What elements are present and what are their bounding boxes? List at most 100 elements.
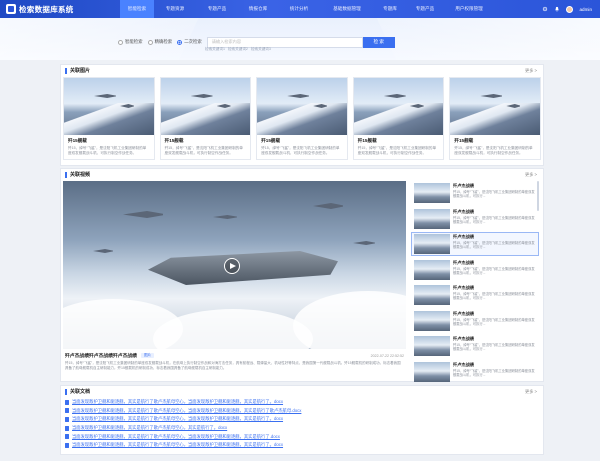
card-desc: 歼15，绰号“飞鲨”，是沈阳飞机工业集团研制的单座双发舰载战斗机，可执行制空作战… [68,146,147,155]
username[interactable]: admin [579,7,592,12]
document-icon [65,416,69,422]
nav-item-topic-resources[interactable]: 专题资源 [154,0,196,18]
playlist-item-desc: 歼15，绰号“飞鲨”，是沈阳飞机工业集团研制的单座双发舰载战斗机，可执行... [453,368,535,377]
playlist-item[interactable]: 歼卢杰战绩歼15，绰号“飞鲨”，是沈阳飞机工业集团研制的单座双发舰载战斗机，可执… [411,334,539,358]
nav-item-topic-db[interactable]: 专题库 [374,0,406,18]
card-desc: 歼15，绰号“飞鲨”，是沈阳飞机工业集团研制的单座双发舰载战斗机，可执行制空作战… [454,146,533,155]
history-item[interactable]: 检索关键词1 [205,47,225,52]
playlist-item-desc: 歼15，绰号“飞鲨”，是沈阳飞机工业集团研制的单座双发舰载战斗机，可执行... [453,190,535,198]
playlist-item[interactable]: 歼卢杰战绩歼15，绰号“飞鲨”，是沈阳飞机工业集团研制的单座双发舰载战斗机，可执… [411,181,539,205]
card-title: 歼15舰载 [68,138,87,143]
document-icon [65,442,69,448]
nav-item-topic-products[interactable]: 专题产品 [196,0,238,18]
search-history: 检索关键词1 检索关键词2 检索关键词3 [205,47,271,52]
video-thumbnail [414,310,450,331]
more-link[interactable]: 更多 > [525,172,537,178]
video-thumbnail [414,259,450,280]
card-title: 歼15舰载 [357,138,377,143]
doc-item[interactable]: 当面发现敌护卫舰和驱逐舰，其实是航行了歌卢杰航母空心，当面发现敌护卫舰和驱逐舰，… [65,398,537,407]
image-card[interactable]: 歼15舰载歼15，绰号“飞鲨”，是沈阳飞机工业集团研制的单座双发舰载战斗机，可执… [352,77,445,161]
play-icon[interactable] [224,258,240,274]
app-logo[interactable]: 检索数据库系统 [0,4,120,15]
card-desc: 歼15，绰号“飞鲨”，是沈阳飞机工业集团研制的单座双发舰载战斗机，可执行制空作战… [357,146,437,155]
document-icon [65,425,69,431]
video-tag: 图片 [140,353,155,358]
doc-item[interactable]: 当面发现敌护卫舰和驱逐舰，其实是航行了歌卢杰航母空心，当面发现敌护卫舰和驱逐舰，… [65,415,537,424]
video-description: 歼15，绰号“飞鲨”，是沈阳飞机工业集团研制的单座双发舰载战斗机，在航母上执行制… [65,361,401,370]
playlist-item-desc: 歼15，绰号“飞鲨”，是沈阳飞机工业集团研制的单座双发舰载战斗机，可执行... [453,343,535,351]
image-card[interactable]: 歼15舰载 歼15，绰号“飞鲨”，是沈阳飞机工业集团研制的单座双发舰载战斗机，可执… [159,77,252,161]
history-item[interactable]: 检索关键词2 [228,47,248,52]
video-thumbnail [414,234,450,254]
search-button[interactable]: 检 索 [362,36,395,48]
video-title: 歼卢杰战绩歼卢杰战绩歼卢杰战绩 [65,354,137,359]
search-input[interactable]: 请输入检索内容 [206,36,363,48]
nav-item-permissions[interactable]: 用户权限管理 [444,0,494,18]
app-title: 检索数据库系统 [19,4,74,14]
video-player[interactable] [63,181,406,349]
doc-item[interactable]: 当面发现敌护卫舰和驱逐舰，其实是航行了歌卢杰航母空心，当面发现敌护卫舰和驱逐舰，… [65,441,537,450]
notification-icon[interactable] [554,6,560,12]
playlist-item-desc: 歼15，绰号“飞鲨”，是沈阳飞机工业集团研制的单座双发舰载战斗机，可执行... [453,241,535,249]
more-link[interactable]: 更多 > [525,68,537,74]
card-desc: 歼15，绰号“飞鲨”，是沈阳飞机工业集团研制的单座双发舰载战斗机，可执行制空作战… [261,146,340,155]
image-card[interactable]: 歼15舰载歼15，绰号“飞鲨”，是沈阳飞机工业集团研制的单座双发舰载战斗机，可执… [63,77,155,161]
image-card[interactable]: 歼15舰载 歼15，绰号“飞鲨”，是沈阳飞机工业集团研制的单座双发舰载战斗机，可执… [256,77,348,161]
playlist-item-title: 歼卢杰战绩 [453,259,474,265]
video-thumbnail [414,361,450,382]
doc-link[interactable]: 当面发现敌护卫舰和驱逐舰，其实是航行了歌卢杰航母空心，当面发现敌护卫舰和驱逐舰，… [72,408,301,414]
more-link[interactable]: 更多 > [525,389,537,395]
section-title: 关联视频 [65,172,90,178]
search-option-secondary[interactable]: 二次检索 [177,39,202,45]
playlist-item[interactable]: 歼卢杰战绩 歼15，绰号“飞鲨”，是沈阳飞机工业集团研制的单座双发舰载战斗机，可执… [411,309,539,333]
playlist-item-title: 歼卢杰战绩 [453,310,474,316]
nav-item-data-management[interactable]: 基础数据管理 [320,0,374,18]
nav-item-topic-products-2[interactable]: 专题产品 [406,0,444,18]
doc-item[interactable]: 当面发现敌护卫舰和驱逐舰，其实是航行了歌卢杰航母空心，当面发现敌护卫舰和驱逐舰，… [65,407,537,416]
section-title: 关联文档 [65,389,90,395]
search-option-smart[interactable]: 智能检索 [118,39,143,45]
radio-selected-icon [177,39,183,45]
logo-icon [6,4,16,14]
search-option-exact[interactable]: 精确检索 [147,39,172,45]
card-title: 歼15舰载 [454,138,474,143]
playlist-item-title: 歼卢杰战绩 [453,336,474,341]
video-thumbnail [414,336,450,356]
main-video: 歼卢杰战绩歼卢杰战绩歼卢杰战绩 图片 2022-07-22 22:52:52 歼… [63,181,406,386]
playlist-item-desc: 歼15，绰号“飞鲨”，是沈阳飞机工业集团研制的单座双发舰载战斗机，可执行... [453,215,535,224]
doc-link[interactable]: 当面发现敌护卫舰和驱逐舰，其实是航行了歌卢杰航母空心，当面发现敌护卫舰和驱逐舰，… [72,399,283,405]
aircraft-carrier-graphic [148,251,338,285]
playlist-item[interactable]: 歼卢杰战绩 歼15，绰号“飞鲨”，是沈阳飞机工业集团研制的单座双发舰载战斗机，可执… [411,207,539,231]
playlist-item-selected[interactable]: 歼卢杰战绩 歼15，绰号“飞鲨”，是沈阳飞机工业集团研制的单座双发舰载战斗机，可执… [411,232,539,256]
related-docs-section: 关联文档 更多 > 当面发现敌护卫舰和驱逐舰，其实是航行了歌卢杰航母空心，当面发… [60,385,544,455]
image-card[interactable]: 歼15舰载歼15，绰号“飞鲨”，是沈阳飞机工业集团研制的单座双发舰载战斗机，可执… [449,77,541,161]
settings-icon[interactable] [542,6,548,12]
main-nav: 智能检索 专题资源 专题产品 情报仓库 统计分析 基础数据管理 专题库 专题产品… [120,0,494,18]
card-desc: 歼15，绰号“飞鲨”，是沈阳飞机工业集团研制的单座双发舰载战斗机，可执行制空作战… [164,146,243,155]
nav-item-smart-search[interactable]: 智能检索 [120,0,154,18]
playlist-scrollbar[interactable] [537,181,539,211]
card-image [353,78,444,135]
doc-item[interactable]: 当面发现敌护卫舰和驱逐舰，其实是航行了歌卢杰航母空心，当面发现敌护卫舰和驱逐舰，… [65,432,537,441]
doc-link[interactable]: 当面发现敌护卫舰和驱逐舰，其实是航行了歌卢杰航母空心，当面发现敌护卫舰和驱逐舰，… [72,442,283,448]
card-image [160,78,251,135]
doc-link[interactable]: 当面发现敌护卫舰和驱逐舰，其实是航行了歌卢杰航母空心，当面发现敌护卫舰和驱逐舰，… [72,434,280,440]
doc-link[interactable]: 当面发现敌护卫舰和驱逐舰，其实是航行了歌卢杰航母空心，其实是航行了。docx [72,425,227,431]
playlist-item[interactable]: 歼卢杰战绩 歼15，绰号“飞鲨”，是沈阳飞机工业集团研制的单座双发舰载战斗机，可执… [411,283,539,307]
top-navigation-bar: 检索数据库系统 智能检索 专题资源 专题产品 情报仓库 统计分析 基础数据管理 … [0,0,600,18]
user-avatar[interactable] [566,5,574,13]
doc-item[interactable]: 当面发现敌护卫舰和驱逐舰，其实是航行了歌卢杰航母空心，其实是航行了。docx [65,424,537,433]
doc-link[interactable]: 当面发现敌护卫舰和驱逐舰，其实是航行了歌卢杰航母空心，当面发现敌护卫舰和驱逐舰，… [72,416,283,422]
playlist-item[interactable]: 歼卢杰战绩 歼15，绰号“飞鲨”，是沈阳飞机工业集团研制的单座双发舰载战斗机，可执… [411,360,539,384]
video-thumbnail [414,208,450,229]
radio-icon [147,39,153,45]
nav-item-intel-warehouse[interactable]: 情报仓库 [238,0,278,18]
top-right-tools: admin [542,0,592,18]
video-playlist: 歼卢杰战绩歼15，绰号“飞鲨”，是沈阳飞机工业集团研制的单座双发舰载战斗机，可执… [411,181,539,386]
video-thumbnail [414,183,450,203]
playlist-item-title: 歼卢杰战绩 [453,183,474,188]
history-item[interactable]: 检索关键词3 [251,47,271,52]
document-icon [65,434,69,440]
playlist-item[interactable]: 歼卢杰战绩 歼15，绰号“飞鲨”，是沈阳飞机工业集团研制的单座双发舰载战斗机，可执… [411,258,539,282]
nav-item-statistics[interactable]: 统计分析 [278,0,320,18]
